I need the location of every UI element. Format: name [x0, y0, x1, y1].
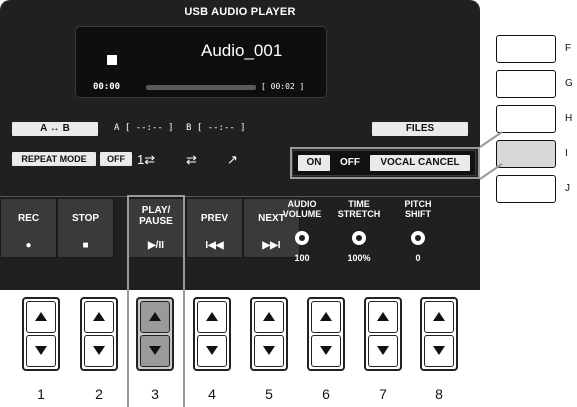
control-label: STOP — [71, 213, 100, 224]
song-filename: Audio_001 — [201, 41, 283, 60]
side-button-label: H — [565, 113, 573, 124]
hardware-up-button[interactable] — [424, 301, 454, 333]
hardware-down-button[interactable] — [84, 335, 114, 367]
player-panel: Audio_001 00:00 [ 00:02 ] — [75, 26, 327, 98]
control-label: REC — [17, 213, 40, 224]
hardware-button-1[interactable] — [22, 297, 60, 371]
hardware-button-number: 5 — [265, 386, 273, 402]
dial-knob-icon[interactable] — [352, 231, 366, 245]
hardware-up-button[interactable] — [26, 301, 56, 333]
knob-value: 100% — [347, 253, 371, 263]
hardware-up-button[interactable] — [197, 301, 227, 333]
arrow-down-icon — [263, 346, 275, 355]
arrow-up-icon — [263, 312, 275, 321]
hardware-button-number: 2 — [95, 386, 103, 402]
current-time: 00:00 — [93, 82, 121, 92]
arrow-up-icon — [377, 312, 389, 321]
prev-icon: I◀◀ — [205, 240, 224, 251]
side-button-label: G — [565, 78, 573, 89]
side-button-label: I — [565, 148, 568, 159]
files-button[interactable]: FILES — [372, 122, 468, 136]
arrow-down-icon — [377, 346, 389, 355]
arrow-up-icon — [433, 312, 445, 321]
hardware-button-number: 6 — [322, 386, 330, 402]
next-icon: ▶▶I — [262, 240, 281, 251]
hardware-down-button[interactable] — [311, 335, 341, 367]
repeat-single-icon[interactable]: 1⇄ — [137, 152, 155, 168]
random-icon[interactable]: ↗ — [227, 152, 238, 168]
hardware-down-button[interactable] — [197, 335, 227, 367]
side-button-label: J — [565, 183, 570, 194]
hardware-down-button[interactable] — [254, 335, 284, 367]
hardware-button-2[interactable] — [80, 297, 118, 371]
hardware-button-4[interactable] — [193, 297, 231, 371]
dial-knob-icon[interactable] — [411, 231, 425, 245]
arrow-up-icon — [149, 312, 161, 321]
stop-button[interactable]: STOP ■ — [57, 198, 114, 258]
side-button-g[interactable] — [496, 70, 556, 98]
arrow-up-icon — [320, 312, 332, 321]
arrow-down-icon — [206, 346, 218, 355]
arrow-down-icon — [433, 346, 445, 355]
knob-label: PITCH SHIFT — [404, 199, 432, 219]
hardware-button-number: 1 — [37, 386, 45, 402]
arrow-up-icon — [93, 312, 105, 321]
hardware-down-button[interactable] — [368, 335, 398, 367]
hardware-up-button[interactable] — [140, 301, 170, 333]
side-button-label: F — [565, 43, 572, 54]
arrow-up-icon — [35, 312, 47, 321]
arrow-down-icon — [93, 346, 105, 355]
lcd-screen: USB AUDIO PLAYER Audio_001 00:00 [ 00:02… — [0, 0, 480, 290]
repeat-all-icon[interactable]: ⇄ — [186, 152, 197, 168]
hardware-down-button[interactable] — [424, 335, 454, 367]
screen-title: USB AUDIO PLAYER — [184, 6, 296, 18]
arrow-down-icon — [35, 346, 47, 355]
hardware-up-button[interactable] — [368, 301, 398, 333]
dial-knob-icon[interactable] — [295, 231, 309, 245]
repeat-mode-button[interactable]: REPEAT MODE — [12, 152, 96, 166]
hardware-button-5[interactable] — [250, 297, 288, 371]
hardware-up-button[interactable] — [84, 301, 114, 333]
knob-value: 0 — [415, 253, 421, 263]
hardware-down-button[interactable] — [140, 335, 170, 367]
hardware-up-button[interactable] — [254, 301, 284, 333]
progress-bar[interactable] — [146, 85, 256, 90]
hardware-button-number: 8 — [435, 386, 443, 402]
total-time: [ 00:02 ] — [261, 82, 305, 91]
divider — [0, 196, 480, 197]
arrow-down-icon — [149, 346, 161, 355]
control-label: PREV — [200, 213, 229, 224]
hardware-button-8[interactable] — [420, 297, 458, 371]
hardware-button-6[interactable] — [307, 297, 345, 371]
hardware-up-button[interactable] — [311, 301, 341, 333]
hardware-button-number: 3 — [151, 386, 159, 402]
ab-repeat-button[interactable]: A ↔ B — [12, 122, 98, 136]
prev-button[interactable]: PREV I◀◀ — [186, 198, 243, 258]
knob-value: 100 — [294, 253, 310, 263]
record-icon: ● — [25, 240, 32, 251]
side-button-f[interactable] — [496, 35, 556, 63]
hardware-button-number: 4 — [208, 386, 216, 402]
a-point-label: A [ --:-- ] — [114, 123, 174, 133]
vocal-cancel-callout — [290, 147, 480, 179]
hardware-button-7[interactable] — [364, 297, 402, 371]
arrow-up-icon — [206, 312, 218, 321]
repeat-off-button[interactable]: OFF — [100, 152, 132, 166]
knob-label: TIME STRETCH — [337, 199, 381, 219]
side-button-h[interactable] — [496, 105, 556, 133]
b-point-label: B [ --:-- ] — [186, 123, 246, 133]
arrow-down-icon — [320, 346, 332, 355]
callout-leader — [479, 131, 503, 180]
hardware-down-button[interactable] — [26, 335, 56, 367]
stop-status-icon — [107, 55, 117, 65]
stop-icon: ■ — [82, 240, 89, 251]
hardware-button-3[interactable] — [136, 297, 174, 371]
knob-label: AUDIO VOLUME — [282, 199, 322, 219]
hardware-button-number: 7 — [379, 386, 387, 402]
record-button[interactable]: REC ● — [0, 198, 57, 258]
